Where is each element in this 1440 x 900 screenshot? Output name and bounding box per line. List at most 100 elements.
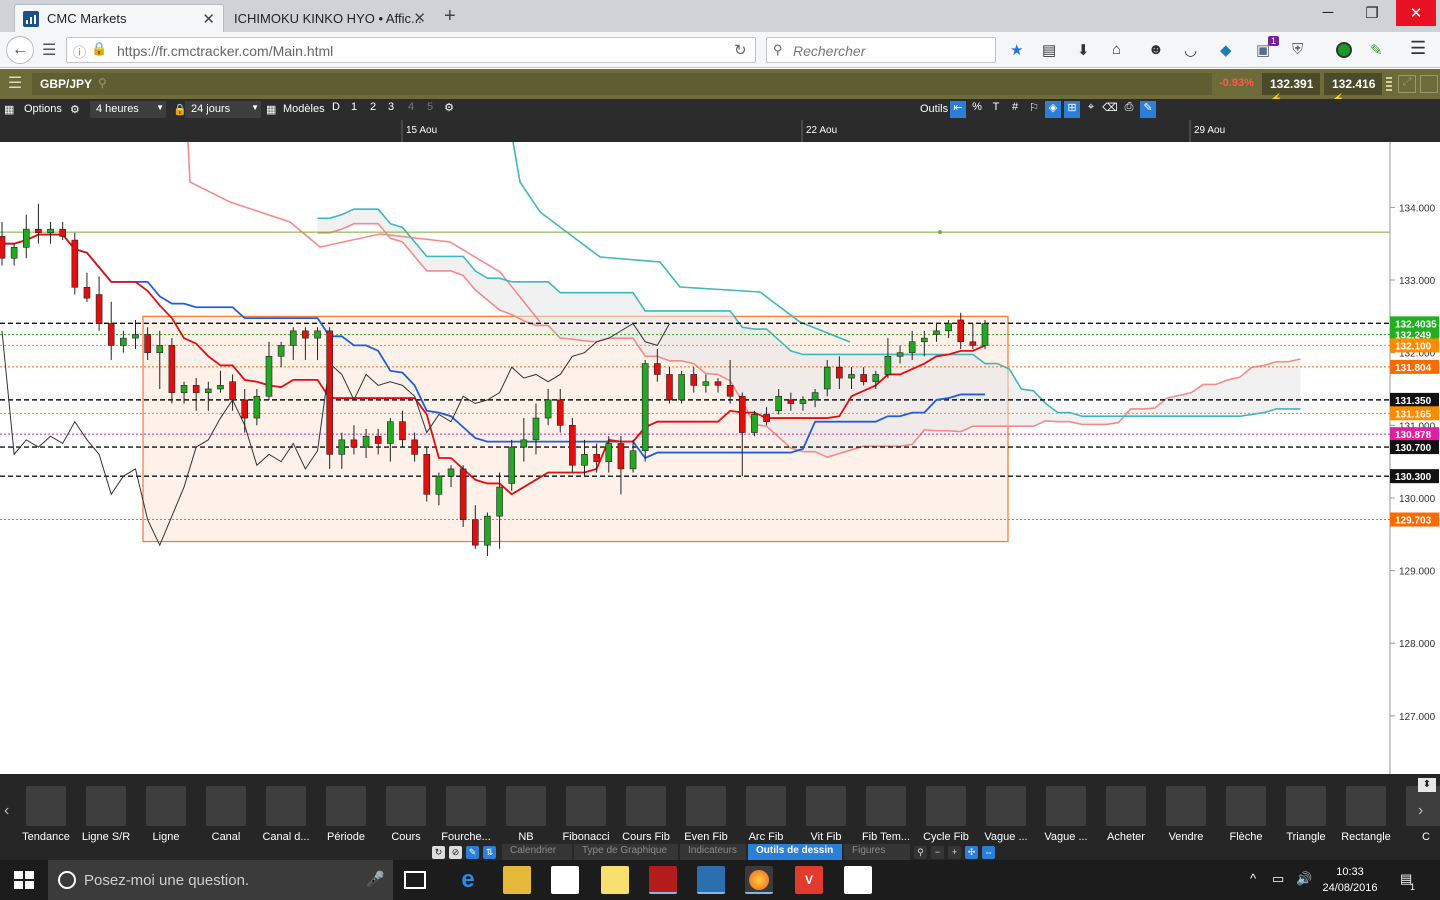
drawing-tool-16[interactable]: Cycle Fib (916, 784, 976, 844)
download-icon[interactable]: ⬇ (1077, 41, 1090, 59)
taskbar-clock[interactable]: 10:33 24/08/2016 (1320, 864, 1380, 896)
home-icon[interactable]: ⌂ (1112, 41, 1121, 58)
drawing-tool-12[interactable]: Even Fib (676, 784, 736, 844)
microphone-icon[interactable]: 🎤 (366, 870, 385, 888)
draw-pen-icon[interactable]: ✎ (1140, 101, 1156, 118)
layout-2-button[interactable]: 2 (365, 101, 381, 118)
layout-5-button[interactable]: 5 (422, 101, 438, 118)
symbol-selector[interactable]: GBP/JPY ⚲ (32, 73, 1212, 95)
tab-type-graphique[interactable]: Type de Graphique (574, 844, 678, 860)
move-icon[interactable]: ✣ (965, 846, 978, 859)
ruler-icon[interactable]: ⌖ (1083, 101, 1099, 118)
windows-start-icon[interactable] (14, 871, 34, 889)
tab-figures[interactable]: Figures (844, 844, 910, 860)
ublock-icon[interactable]: ⛨ (1292, 41, 1303, 58)
drawing-tool-10[interactable]: Fibonacci (556, 784, 616, 844)
app-red-icon[interactable] (649, 866, 677, 894)
settings-gear-icon[interactable]: ⚙ (70, 103, 80, 116)
eraser-icon[interactable]: ⌫ (1102, 101, 1118, 118)
chat-icon[interactable]: ☻ (1148, 41, 1164, 58)
drawing-tool-21[interactable]: Flèche (1216, 784, 1276, 844)
sell-price-button[interactable]: 132.391 ⚡ (1262, 73, 1320, 105)
drawing-tool-19[interactable]: Acheter (1096, 784, 1156, 844)
buy-price-button[interactable]: 132.416 ⚡ (1324, 73, 1382, 105)
tab-indicateurs[interactable]: Indicateurs (680, 844, 746, 860)
tab-outils-de-dessin[interactable]: Outils de dessin (748, 844, 842, 860)
snap-icon[interactable]: ◈ (1045, 101, 1061, 118)
zoom-icon[interactable]: ⚲ (914, 846, 927, 859)
options-menu[interactable]: Options (24, 103, 62, 115)
app-blue-icon[interactable] (697, 866, 725, 894)
vivaldi-icon[interactable]: V (795, 866, 823, 894)
hamburger-menu-icon[interactable]: ☰ (1410, 38, 1426, 59)
url-bar[interactable]: ⓘ 🔒 https://fr.cmctracker.com/Main.html … (66, 37, 756, 63)
bookmark-star-icon[interactable]: ★ (1010, 41, 1023, 59)
timeframe-select[interactable]: 4 heures ▼ (90, 101, 166, 118)
back-button[interactable]: ← (6, 36, 34, 64)
status-green-icon[interactable] (1336, 42, 1352, 58)
pocket-icon[interactable]: ◡ (1184, 41, 1197, 59)
refresh-icon[interactable]: ↻ (432, 846, 445, 859)
drawing-tool-17[interactable]: Vague ... (976, 784, 1036, 844)
drawing-tool-6[interactable]: Période (316, 784, 376, 844)
collapse-panel-icon[interactable]: ⬍ (1418, 778, 1436, 792)
expand-icon[interactable]: ⤢ (1398, 75, 1416, 93)
app-menu-icon[interactable]: ☰ (4, 73, 26, 95)
task-view-icon[interactable] (404, 871, 426, 889)
layout-d-button[interactable]: D (328, 101, 344, 118)
reload-icon[interactable]: ↻ (734, 41, 747, 59)
grip-icon[interactable] (1386, 77, 1392, 93)
tab-calendrier[interactable]: Calendrier (502, 844, 572, 860)
options-grid-icon[interactable]: ▦ (4, 103, 14, 116)
price-chart[interactable]: 15 Aou 22 Aou 29 Aou 134.000 133.000 132.000 1… (0, 120, 1440, 774)
drawing-tool-20[interactable]: Vendre (1156, 784, 1216, 844)
close-window-button[interactable]: ✕ (1396, 0, 1436, 26)
drawing-tool-3[interactable]: Ligne (136, 784, 196, 844)
drawing-tool-18[interactable]: Vague ... (1036, 784, 1096, 844)
drawing-tool-13[interactable]: Arc Fib (736, 784, 796, 844)
templates-menu[interactable]: Modèles (283, 103, 325, 115)
calculator-icon[interactable] (844, 866, 872, 894)
crosshair-icon[interactable]: ⇤ (950, 101, 966, 118)
block-icon[interactable]: ⊘ (449, 846, 462, 859)
symbol-search-icon[interactable]: ⚲ (98, 76, 107, 90)
volume-icon[interactable]: 🔊 (1296, 871, 1312, 887)
calendar-icon[interactable]: ▦ (266, 103, 276, 116)
drawing-tool-1[interactable]: Tendance (16, 784, 76, 844)
search-input[interactable]: ⚲ Rechercher (766, 37, 996, 63)
info-icon[interactable]: ⓘ (73, 42, 86, 61)
layout-3-button[interactable]: 3 (383, 101, 399, 118)
cortana-search[interactable]: Posez-moi une question. 🎤 (48, 860, 393, 900)
close-tab-icon[interactable]: ✕ (413, 9, 426, 27)
chart-canvas[interactable]: 15 Aou 22 Aou 29 Aou134.000133.000132.0001… (0, 120, 1440, 774)
minimize-button[interactable]: ─ (1308, 4, 1348, 21)
drawing-tool-23[interactable]: Rectangle (1336, 784, 1396, 844)
drawing-tool-15[interactable]: Fib Tem... (856, 784, 916, 844)
scroll-left-icon[interactable]: ‹ (4, 802, 9, 820)
fit-icon[interactable]: ⇔ (982, 846, 995, 859)
close-tab-icon[interactable]: ✕ (202, 10, 215, 28)
new-tab-button[interactable]: + (444, 5, 456, 28)
scroll-right-icon[interactable]: › (1418, 802, 1423, 820)
zoom-in-icon[interactable]: + (948, 846, 961, 859)
magnet-icon[interactable]: ⚐ (1026, 101, 1042, 118)
store-icon[interactable] (551, 866, 579, 894)
drawing-tool-22[interactable]: Triangle (1276, 784, 1336, 844)
zoom-out-icon[interactable]: − (931, 846, 944, 859)
chart-settings-gear-icon[interactable]: ⚙ (441, 101, 457, 118)
print-icon[interactable]: ⎙ (1121, 101, 1137, 118)
layout-1-button[interactable]: 1 (346, 101, 362, 118)
text-size-icon[interactable]: T (988, 101, 1004, 118)
layout-4-button[interactable]: 4 (403, 101, 419, 118)
drawing-tool-7[interactable]: Cours (376, 784, 436, 844)
drawing-tool-9[interactable]: NB (496, 784, 556, 844)
drawing-tool-4[interactable]: Canal (196, 784, 256, 844)
browser-tab-ichimoku[interactable]: ICHIMOKU KINKO HYO • Affic... ✕ (226, 4, 434, 32)
maximize-button[interactable]: ❐ (1352, 4, 1392, 22)
network-icon[interactable]: ▭ (1272, 871, 1284, 887)
tool-icon[interactable]: ✎ (1370, 41, 1383, 59)
file-explorer-icon[interactable] (503, 866, 531, 894)
sticky-notes-icon[interactable] (601, 866, 629, 894)
pen-icon[interactable]: ✎ (466, 846, 479, 859)
reading-list-icon[interactable]: ▤ (1042, 41, 1056, 59)
